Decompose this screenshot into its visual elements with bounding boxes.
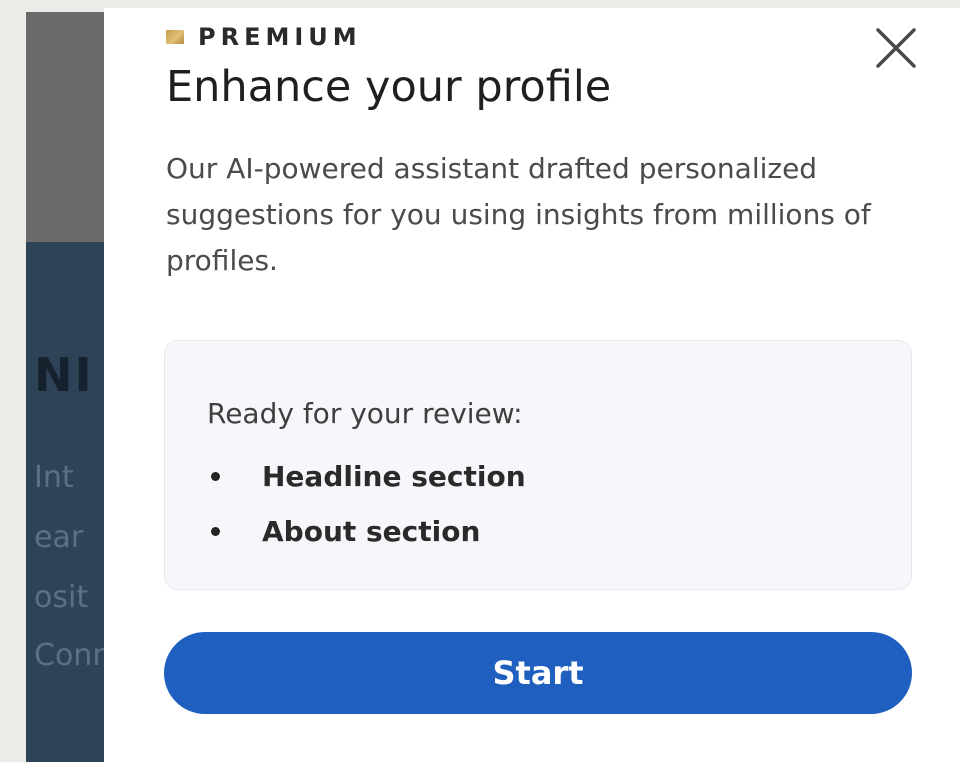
start-button[interactable]: Start [164,632,912,714]
review-item-headline: Headline section [262,460,526,493]
bullet-icon [211,472,220,481]
list-item: Headline section [207,449,526,504]
dialog-title: Enhance your profile [166,62,612,112]
background-title-fragment: NI [34,348,94,402]
enhance-profile-dialog: PREMIUM Enhance your profile Our AI-powe… [104,8,960,762]
review-item-about: About section [262,515,481,548]
close-icon [876,28,916,68]
list-item: About section [207,504,526,559]
background-header-image [26,12,104,242]
dialog-description: Our AI-powered assistant drafted persona… [166,152,871,277]
close-button[interactable] [872,24,920,72]
premium-label-row: PREMIUM [166,20,362,54]
premium-badge-icon [166,30,184,44]
background-text-line: Conn [34,638,104,673]
background-text-line: osit [34,580,89,615]
review-card: Ready for your review: Headline section … [164,340,912,590]
review-list: Headline section About section [207,449,526,559]
background-text-line: Int [34,460,74,495]
bullet-icon [211,527,220,536]
premium-label: PREMIUM [198,23,362,51]
background-text-line: ear [34,520,84,555]
review-heading: Ready for your review: [207,397,523,430]
background-app-panel: NI Int ear osit Conn [26,12,104,762]
